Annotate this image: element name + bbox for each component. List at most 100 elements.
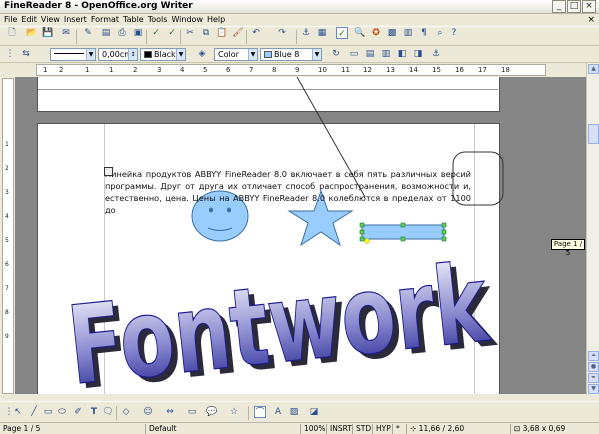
next-page-button[interactable]: ⏷ <box>588 373 599 383</box>
zoom-icon[interactable]: ⌕ <box>434 27 446 39</box>
redo-icon[interactable]: ↷ <box>276 27 288 39</box>
bring-front-icon[interactable]: ◧ <box>396 48 408 60</box>
maximize-button[interactable]: □ <box>567 0 581 13</box>
line-style-select[interactable]: ▼ <box>50 48 96 61</box>
navigation-button[interactable]: ● <box>588 362 599 372</box>
area-style-icon[interactable]: ◈ <box>196 48 208 60</box>
rectangle-tool-icon[interactable]: ▭ <box>42 406 54 418</box>
ruler-tick: 3 <box>5 189 9 196</box>
rotate-icon[interactable]: ↻ <box>330 48 342 60</box>
paste-icon[interactable]: 📋 <box>216 27 228 39</box>
flowcharts-icon[interactable]: ▭ <box>186 406 198 418</box>
menu-edit[interactable]: Edit <box>21 14 37 26</box>
data-sources-icon[interactable]: ▥ <box>402 27 414 39</box>
close-document-icon[interactable]: × <box>587 14 595 26</box>
open-icon[interactable]: 📂 <box>26 27 38 39</box>
stars-icon[interactable]: ☆ <box>228 406 240 418</box>
wrap-through-icon[interactable]: ▥ <box>380 48 392 60</box>
ruler-tick: 11 <box>341 66 350 74</box>
menu-view[interactable]: View <box>41 14 60 26</box>
clone-formatting-icon[interactable]: 🖌 <box>232 27 244 39</box>
freeform-tool-icon[interactable]: ✐ <box>72 406 84 418</box>
menu-tools[interactable]: Tools <box>148 14 168 26</box>
ruler-tick: 18 <box>501 66 510 74</box>
vertical-ruler[interactable]: 1 2 3 4 5 6 7 8 9 <box>2 78 14 394</box>
status-insert-mode[interactable]: INSRT <box>326 424 352 434</box>
print-icon[interactable]: ⎙ <box>116 27 128 39</box>
scroll-down-button[interactable]: ▼ <box>588 384 599 394</box>
gallery-icon[interactable]: ▩ <box>386 27 398 39</box>
scroll-thumb[interactable] <box>588 124 599 144</box>
status-size-value: 3,68 x 0,69 <box>522 424 566 433</box>
ruler-tick: 2 <box>5 165 9 172</box>
navigator-icon[interactable]: ✪ <box>370 27 382 39</box>
area-color-select[interactable]: Blue 8 ▼ <box>260 48 322 61</box>
previous-page-button[interactable]: ⏶ <box>588 351 599 361</box>
fontwork-object[interactable]: Fontwork Fontwork <box>62 241 501 394</box>
find-replace-icon[interactable]: 🔍 <box>354 27 366 39</box>
drag-handle-icon[interactable]: ⋮ <box>4 48 16 60</box>
title-bar: FineReader 8 - OpenOffice.org Writer _ □… <box>0 0 599 14</box>
help-icon[interactable]: ? <box>448 27 460 39</box>
area-style-select[interactable]: Color ▼ <box>214 48 258 61</box>
line-ends-icon[interactable]: ⇆ <box>20 48 32 60</box>
spellcheck-icon[interactable]: ✓ <box>150 27 162 39</box>
text-tool-icon[interactable]: T <box>88 406 100 418</box>
menu-insert[interactable]: Insert <box>64 14 87 26</box>
nonprinting-characters-icon[interactable]: ¶ <box>418 27 430 39</box>
menu-file[interactable]: File <box>4 14 17 26</box>
line-tool-icon[interactable]: ╱ <box>28 406 40 418</box>
email-icon[interactable]: ✉ <box>60 27 72 39</box>
status-page[interactable]: Page 1 / 5 <box>0 424 145 434</box>
new-document-icon[interactable]: 🗋 <box>6 27 18 39</box>
fontwork-gallery-icon[interactable]: A <box>272 406 284 418</box>
block-arrows-icon[interactable]: ⇔ <box>164 406 176 418</box>
body-paragraph[interactable]: Линейка продуктов ABBYY FineReader 8.0 в… <box>105 168 471 216</box>
callout-tool-icon[interactable]: 🗨 <box>102 406 114 418</box>
menu-help[interactable]: Help <box>207 14 225 26</box>
chevron-down-icon: ▼ <box>176 49 185 60</box>
basic-shapes-icon[interactable]: ◇ <box>120 406 132 418</box>
vertical-scrollbar[interactable]: ▲ ⏶ ● ⏷ ▼ <box>586 63 599 395</box>
anchor-icon[interactable] <box>104 167 113 176</box>
export-pdf-icon[interactable]: ▤ <box>100 27 112 39</box>
selected-rectangle-shape[interactable] <box>359 222 447 244</box>
wrap-off-icon[interactable]: ▭ <box>348 48 360 60</box>
copy-icon[interactable]: ⧉ <box>200 27 212 39</box>
line-color-select[interactable]: Black ▼ <box>140 48 186 61</box>
save-icon[interactable]: 💾 <box>42 27 54 39</box>
show-draw-functions-icon[interactable]: ✓ <box>336 27 348 39</box>
autospellcheck-icon[interactable]: ✓ <box>166 27 178 39</box>
toolbar-separator <box>76 30 77 44</box>
status-hyperlink-mode[interactable]: HYP <box>372 424 392 434</box>
points-icon[interactable]: ⌒ <box>254 406 266 418</box>
status-zoom[interactable]: 100% <box>300 424 326 434</box>
select-arrow-icon[interactable]: ↖ <box>12 406 24 418</box>
edit-file-icon[interactable]: ✎ <box>82 27 94 39</box>
menu-window[interactable]: Window <box>171 14 203 26</box>
wrap-page-icon[interactable]: ▤ <box>364 48 376 60</box>
menu-format[interactable]: Format <box>91 14 119 26</box>
cut-icon[interactable]: ✂ <box>184 27 196 39</box>
line-width-field[interactable]: 0,00cm ↕ <box>98 48 138 61</box>
from-file-icon[interactable]: ▨ <box>288 406 300 418</box>
table-icon[interactable]: ▦ <box>316 27 328 39</box>
document-workspace[interactable]: Fontwork Fontwork <box>15 77 586 394</box>
undo-icon[interactable]: ↶ <box>250 27 262 39</box>
page-preview-icon[interactable]: ▣ <box>132 27 144 39</box>
change-anchor-icon[interactable]: ⚓ <box>430 48 442 60</box>
hyperlink-icon[interactable]: ⚓ <box>300 27 312 39</box>
spinner-icon: ↕ <box>128 49 137 60</box>
scroll-up-button[interactable]: ▲ <box>588 64 599 74</box>
horizontal-ruler[interactable]: 1 2 1 1 2 3 4 5 6 7 8 9 10 11 12 13 14 1… <box>36 64 546 76</box>
callouts-icon[interactable]: 💬 <box>206 406 218 418</box>
status-style[interactable]: Default <box>145 424 300 434</box>
close-button[interactable]: × <box>582 0 596 13</box>
menu-table[interactable]: Table <box>123 14 144 26</box>
minimize-button[interactable]: _ <box>552 0 566 13</box>
status-selection-mode[interactable]: STD <box>352 424 372 434</box>
ellipse-tool-icon[interactable]: ⬭ <box>56 406 68 418</box>
extrusion-icon[interactable]: ◪ <box>308 406 320 418</box>
send-back-icon[interactable]: ◨ <box>412 48 424 60</box>
symbol-shapes-icon[interactable]: ☺ <box>142 406 154 418</box>
